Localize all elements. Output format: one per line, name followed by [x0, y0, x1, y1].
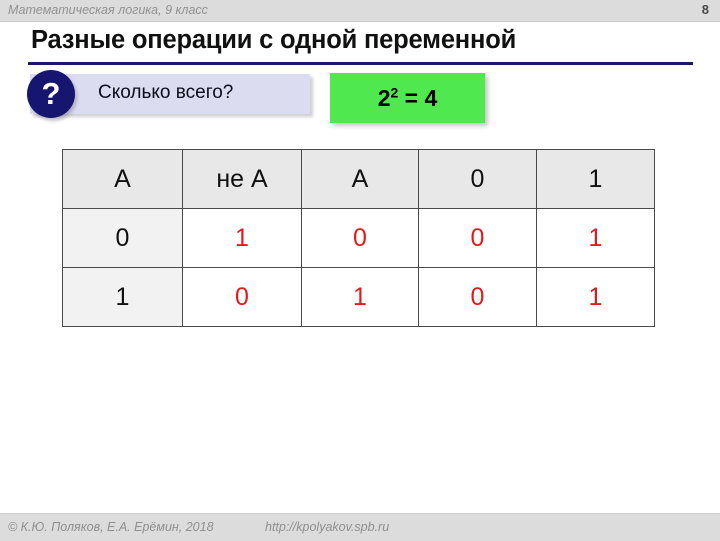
course-label: Математическая логика, 9 класс [8, 3, 208, 17]
table-cell-value: 0 [301, 208, 419, 268]
table-header-cell-4: 1 [536, 149, 655, 209]
answer-base: 2 [377, 85, 391, 111]
answer-exponent: 2 [390, 84, 399, 101]
table-header-cell-2: A [301, 149, 419, 209]
table-header-row: A не A A 0 1 [62, 149, 655, 209]
table-cell-value: 1 [301, 267, 419, 327]
top-header-bar: Математическая логика, 9 класс 8 [0, 0, 720, 22]
table-cell-value: 0 [418, 208, 537, 268]
table-cell-value: 1 [536, 208, 655, 268]
callout-question-text: Сколько всего? [98, 82, 234, 103]
footer-url[interactable]: http://kpolyakov.spb.ru [265, 520, 389, 534]
title-underline-rule [28, 62, 693, 65]
table-cell-input: 0 [62, 208, 183, 268]
table-cell-value: 1 [182, 208, 302, 268]
footer-copyright: © К.Ю. Поляков, Е.А. Ерёмин, 2018 [8, 520, 214, 534]
footer-bar: © К.Ю. Поляков, Е.А. Ерёмин, 2018 http:/… [0, 513, 720, 541]
table-header-cell-3: 0 [418, 149, 537, 209]
answer-box: 22 = 4 [330, 73, 485, 123]
page-number: 8 [701, 2, 709, 17]
answer-expression: 22 = 4 [330, 73, 485, 123]
table-header-cell-0: A [62, 149, 183, 209]
table-header-cell-1: не A [182, 149, 302, 209]
table-cell-value: 0 [418, 267, 537, 327]
truth-table: A не A A 0 1 0 1 0 0 1 1 0 1 0 1 [62, 149, 655, 327]
table-cell-input: 1 [62, 267, 183, 327]
page-title: Разные операции с одной переменной [31, 26, 517, 54]
answer-equals: = 4 [404, 85, 438, 111]
table-cell-value: 1 [536, 267, 655, 327]
table-row: 1 0 1 0 1 [62, 267, 655, 327]
table-cell-value: 0 [182, 267, 302, 327]
question-mark-glyph: ? [41, 76, 61, 111]
question-mark-icon: ? [27, 70, 75, 118]
table-row: 0 1 0 0 1 [62, 208, 655, 268]
